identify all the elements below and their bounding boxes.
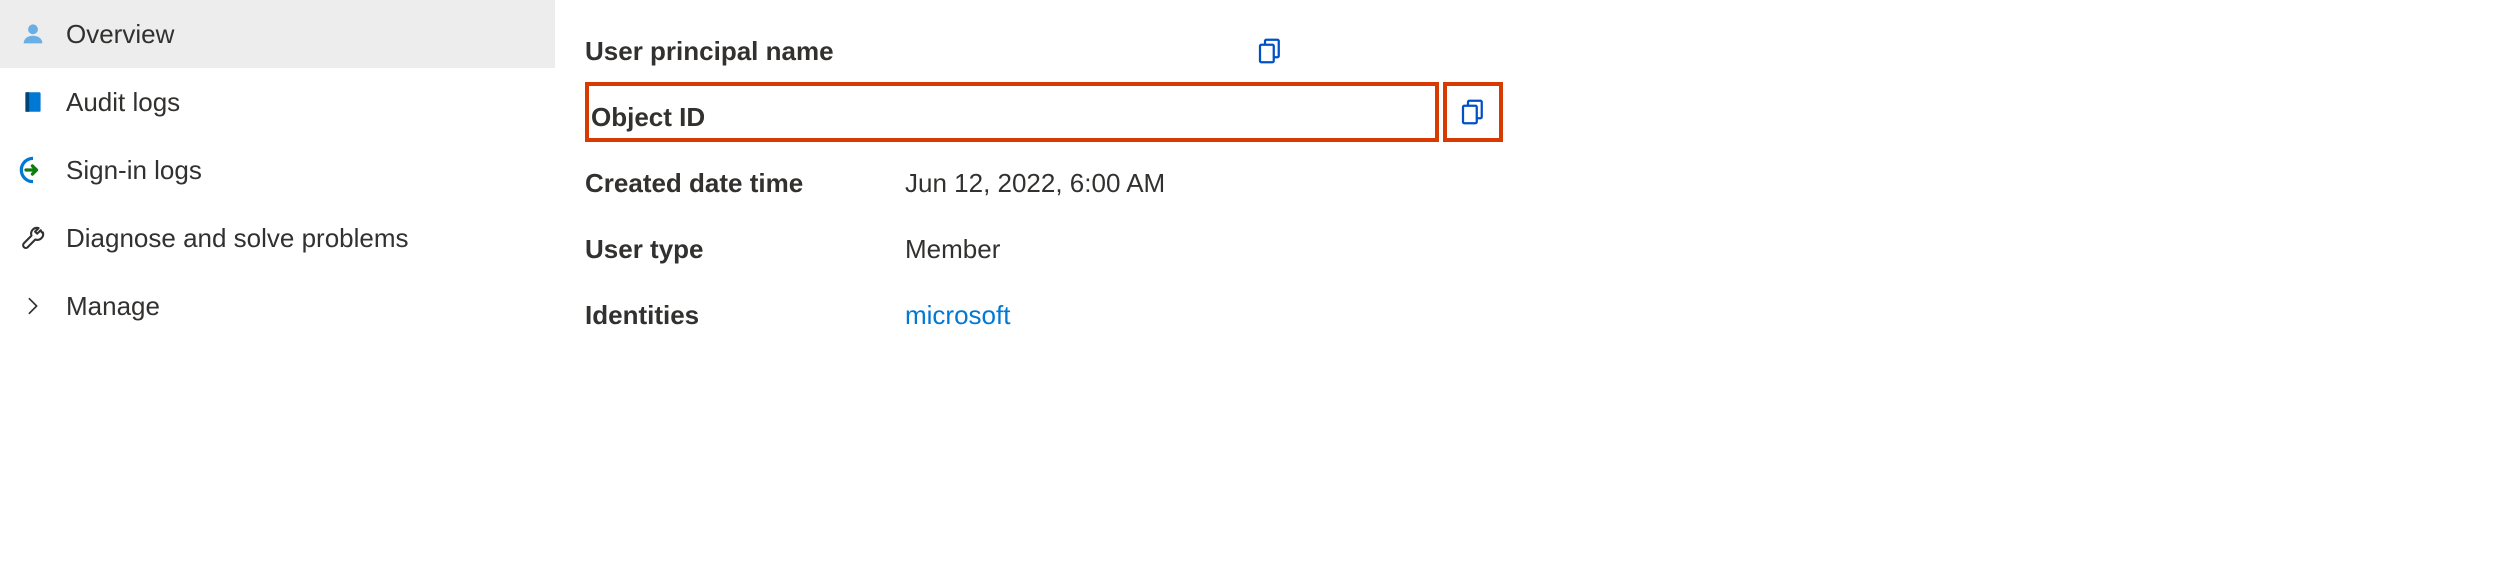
wrench-icon xyxy=(18,223,48,253)
sidebar-item-overview[interactable]: Overview xyxy=(0,0,555,68)
sidebar-item-manage[interactable]: Manage xyxy=(0,272,555,340)
sidebar-nav: Overview Audit logs Sign-in logs xyxy=(0,0,555,566)
property-label-created: Created date time xyxy=(585,168,905,199)
property-row-created: Created date time Jun 12, 2022, 6:00 AM xyxy=(585,150,2514,216)
signin-icon xyxy=(18,155,48,185)
sidebar-item-label: Diagnose and solve problems xyxy=(66,223,409,254)
person-icon xyxy=(18,19,48,49)
property-value-user-type: Member xyxy=(905,234,2514,265)
copy-object-id-button[interactable] xyxy=(1443,82,1503,142)
notebook-icon xyxy=(18,87,48,117)
property-label-upn: User principal name xyxy=(585,36,905,67)
property-row-object-id: Object ID xyxy=(585,84,2514,150)
sidebar-item-signin-logs[interactable]: Sign-in logs xyxy=(0,136,555,204)
property-label-identities: Identities xyxy=(585,300,905,331)
sidebar-item-audit-logs[interactable]: Audit logs xyxy=(0,68,555,136)
property-row-upn: User principal name xyxy=(585,18,2514,84)
property-row-user-type: User type Member xyxy=(585,216,2514,282)
copy-upn-button[interactable] xyxy=(1255,36,1285,66)
chevron-right-icon xyxy=(18,291,48,321)
sidebar-item-label: Sign-in logs xyxy=(66,155,202,186)
sidebar-item-label: Manage xyxy=(66,291,160,322)
sidebar-item-diagnose[interactable]: Diagnose and solve problems xyxy=(0,204,555,272)
copy-icon xyxy=(1458,97,1488,127)
properties-panel: User principal name Object ID Created da… xyxy=(555,0,2514,566)
copy-icon xyxy=(1255,36,1285,66)
property-value-identities[interactable]: microsoft xyxy=(905,300,2514,331)
property-row-identities: Identities microsoft xyxy=(585,282,2514,348)
property-label-object-id: Object ID xyxy=(585,102,905,133)
sidebar-item-label: Audit logs xyxy=(66,87,180,118)
sidebar-item-label: Overview xyxy=(66,19,174,50)
property-value-created: Jun 12, 2022, 6:00 AM xyxy=(905,168,2514,199)
property-label-user-type: User type xyxy=(585,234,905,265)
